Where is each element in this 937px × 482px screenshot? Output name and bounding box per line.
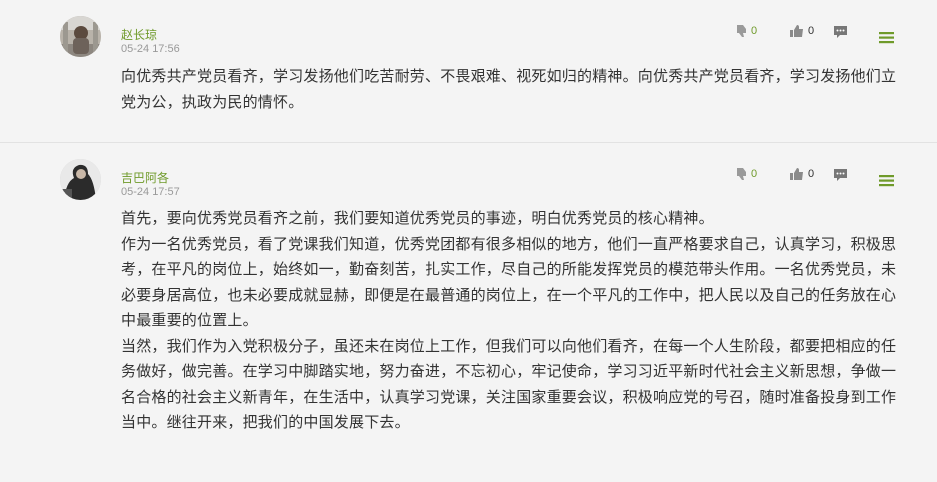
comment-time: 05-24 17:57 [121, 186, 180, 198]
like-count: 0 [808, 168, 815, 180]
comment-time: 05-24 17:56 [121, 43, 180, 55]
comment-paragraph: 向优秀共产党员看齐，学习发扬他们吃苦耐劳、不畏艰难、视死如归的精神。向优秀共产党… [121, 67, 897, 111]
like-button[interactable]: 0 [790, 24, 814, 38]
dislike-count: 0 [751, 168, 758, 180]
thumbs-down-icon [737, 168, 746, 180]
comment-author[interactable]: 赵长琼 [121, 26, 157, 43]
comment-item: 赵长琼 05-24 17:56 0 0 向优秀共产党员看齐，学习发扬他们吃苦耐劳… [0, 0, 937, 142]
dislike-button[interactable]: 0 [736, 167, 757, 181]
thumbs-up-icon [790, 168, 803, 180]
avatar-image [60, 159, 101, 200]
reply-button[interactable] [833, 168, 848, 182]
like-button[interactable]: 0 [790, 167, 814, 181]
comment-icon [834, 169, 847, 181]
comment-body: 首先，要向优秀党员看齐之前，我们要知道优秀党员的事迹，明白优秀党员的核心精神。 … [121, 206, 901, 436]
reply-button[interactable] [833, 25, 848, 39]
comment-item: 吉巴阿各 05-24 17:57 0 0 首先，要向优秀党员看齐之前，我们要知道… [0, 143, 937, 482]
like-count: 0 [808, 25, 815, 37]
menu-icon[interactable] [879, 29, 894, 48]
dislike-count: 0 [751, 25, 758, 37]
avatar[interactable] [60, 159, 101, 200]
comment-author[interactable]: 吉巴阿各 [121, 169, 169, 186]
comment-paragraph: 作为一名优秀党员，看了党课我们知道，优秀党团都有很多相似的地方，他们一直严格要求… [121, 234, 897, 330]
dislike-button[interactable]: 0 [736, 24, 757, 38]
avatar[interactable] [60, 16, 101, 57]
thumbs-up-icon [790, 25, 803, 37]
comment-paragraph: 首先，要向优秀党员看齐之前，我们要知道优秀党员的事迹，明白优秀党员的核心精神。 [121, 209, 714, 227]
thumbs-down-icon [737, 25, 746, 37]
menu-icon[interactable] [879, 172, 894, 191]
comment-paragraph: 当然，我们作为入党积极分子，虽还未在岗位上工作，但我们可以向他们看齐，在每一个人… [121, 336, 897, 432]
comment-body: 向优秀共产党员看齐，学习发扬他们吃苦耐劳、不畏艰难、视死如归的精神。向优秀共产党… [121, 64, 901, 115]
comment-icon [834, 26, 847, 38]
avatar-image [60, 16, 101, 57]
